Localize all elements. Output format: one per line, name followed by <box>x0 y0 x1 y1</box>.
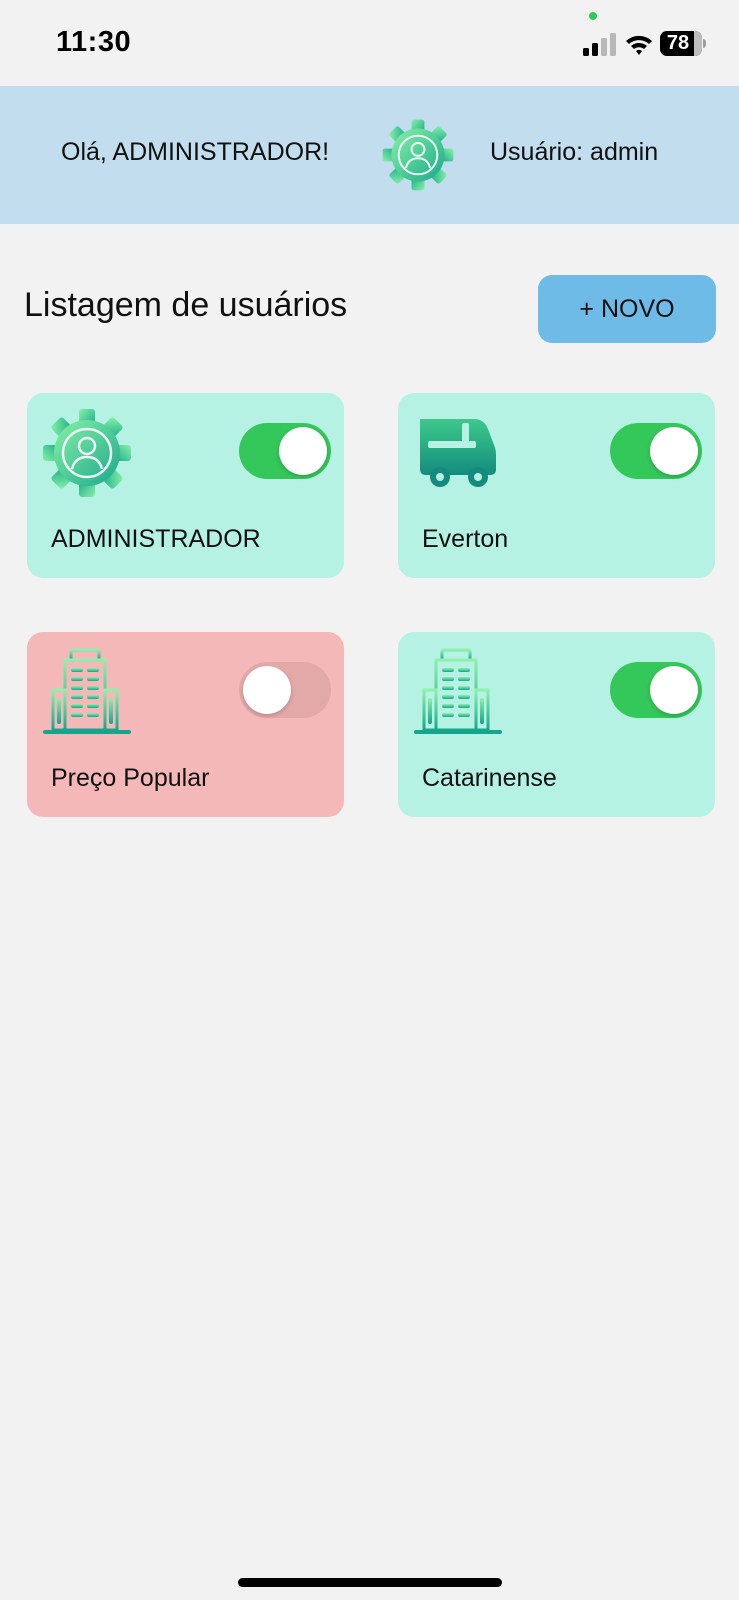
toggle-knob <box>650 666 698 714</box>
user-name: ADMINISTRADOR <box>51 525 261 553</box>
status-time: 11:30 <box>56 26 132 58</box>
status-toggle[interactable] <box>610 662 702 718</box>
user-card-catarinense[interactable]: Catarinense <box>398 632 715 817</box>
user-card-everton[interactable]: Everton <box>398 393 715 578</box>
user-card-administrador[interactable]: ADMINISTRADOR <box>27 393 344 578</box>
status-bar: 11:30 78 <box>0 0 739 86</box>
building-icon <box>43 648 131 734</box>
current-user-label: Usuário: admin <box>490 138 659 166</box>
signal-icon <box>583 33 616 56</box>
user-name: Catarinense <box>422 764 557 792</box>
user-name: Everton <box>422 525 509 553</box>
battery-level: 78 <box>666 32 690 54</box>
toggle-knob <box>650 427 698 475</box>
user-card-preco-popular[interactable]: Preço Popular <box>27 632 344 817</box>
status-toggle[interactable] <box>610 423 702 479</box>
greeting-text: Olá, ADMINISTRADOR! <box>61 138 330 166</box>
battery-icon: 78 <box>660 31 706 56</box>
app-header: Olá, ADMINISTRADOR! Usuário: admin <box>0 86 739 224</box>
toggle-knob <box>279 427 327 475</box>
home-indicator[interactable] <box>238 1578 502 1587</box>
admin-gear-icon <box>43 409 131 497</box>
app-screen: 11:30 78 Olá, ADMINISTRADOR! Usuário: ad… <box>0 0 739 1600</box>
new-user-button[interactable]: + NOVO <box>538 275 716 343</box>
camera-indicator-icon <box>589 12 597 20</box>
admin-gear-icon <box>382 119 454 191</box>
page-title: Listagem de usuários <box>24 286 348 324</box>
user-name: Preço Popular <box>51 764 210 792</box>
toggle-knob <box>243 666 291 714</box>
status-toggle[interactable] <box>239 662 331 718</box>
wifi-icon <box>626 35 652 55</box>
status-toggle[interactable] <box>239 423 331 479</box>
building-icon <box>414 648 502 734</box>
truck-icon <box>420 419 496 487</box>
